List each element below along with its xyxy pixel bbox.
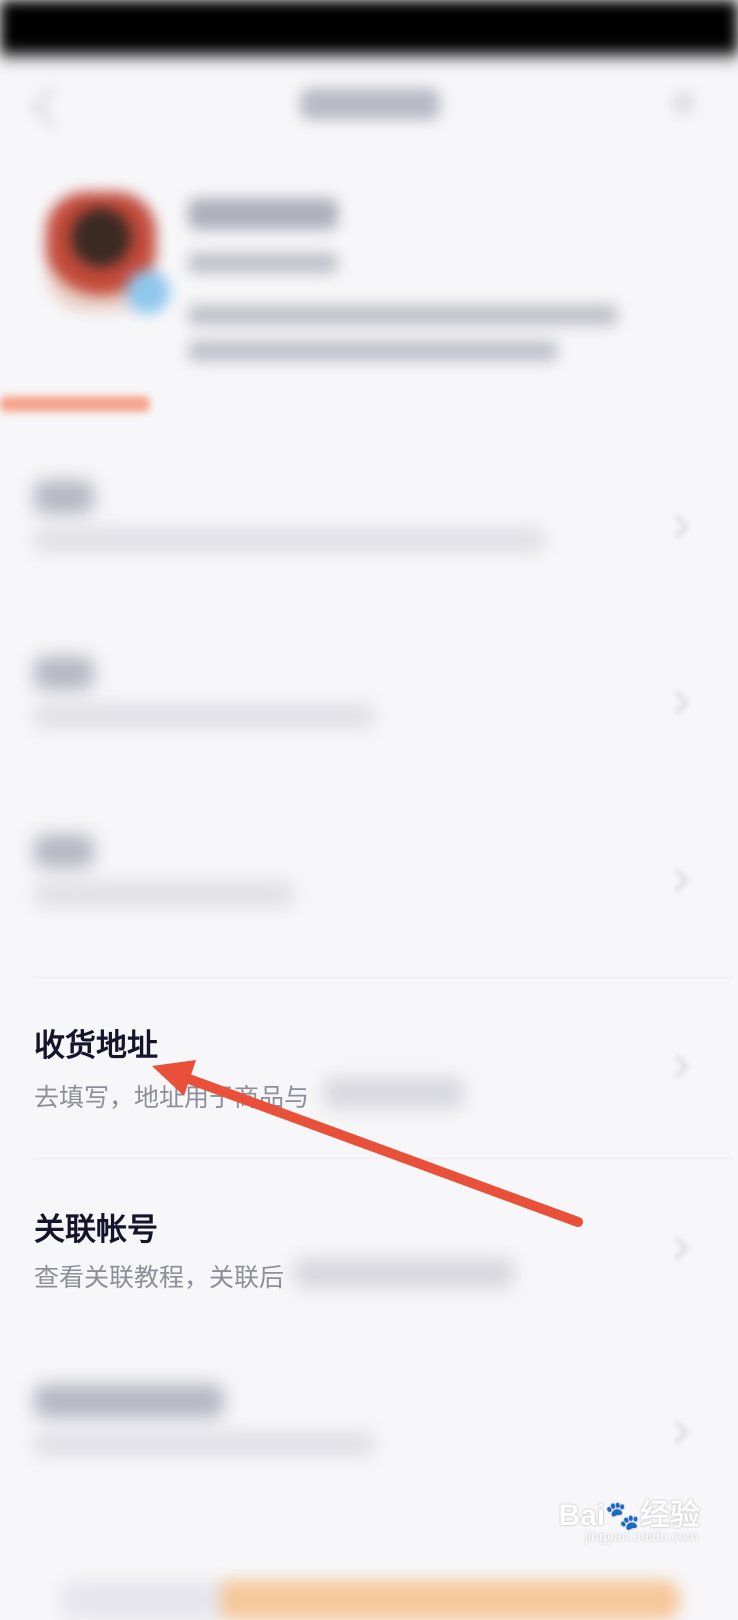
paw-icon: 🐾 [605, 1500, 640, 1531]
arrow-shaft [173, 1070, 583, 1227]
watermark-url: jingyan.baidu.com [585, 1528, 698, 1544]
arrow-head [152, 1060, 196, 1096]
bottom-action-button[interactable] [60, 1580, 680, 1620]
annotation-arrow [152, 1060, 583, 1227]
